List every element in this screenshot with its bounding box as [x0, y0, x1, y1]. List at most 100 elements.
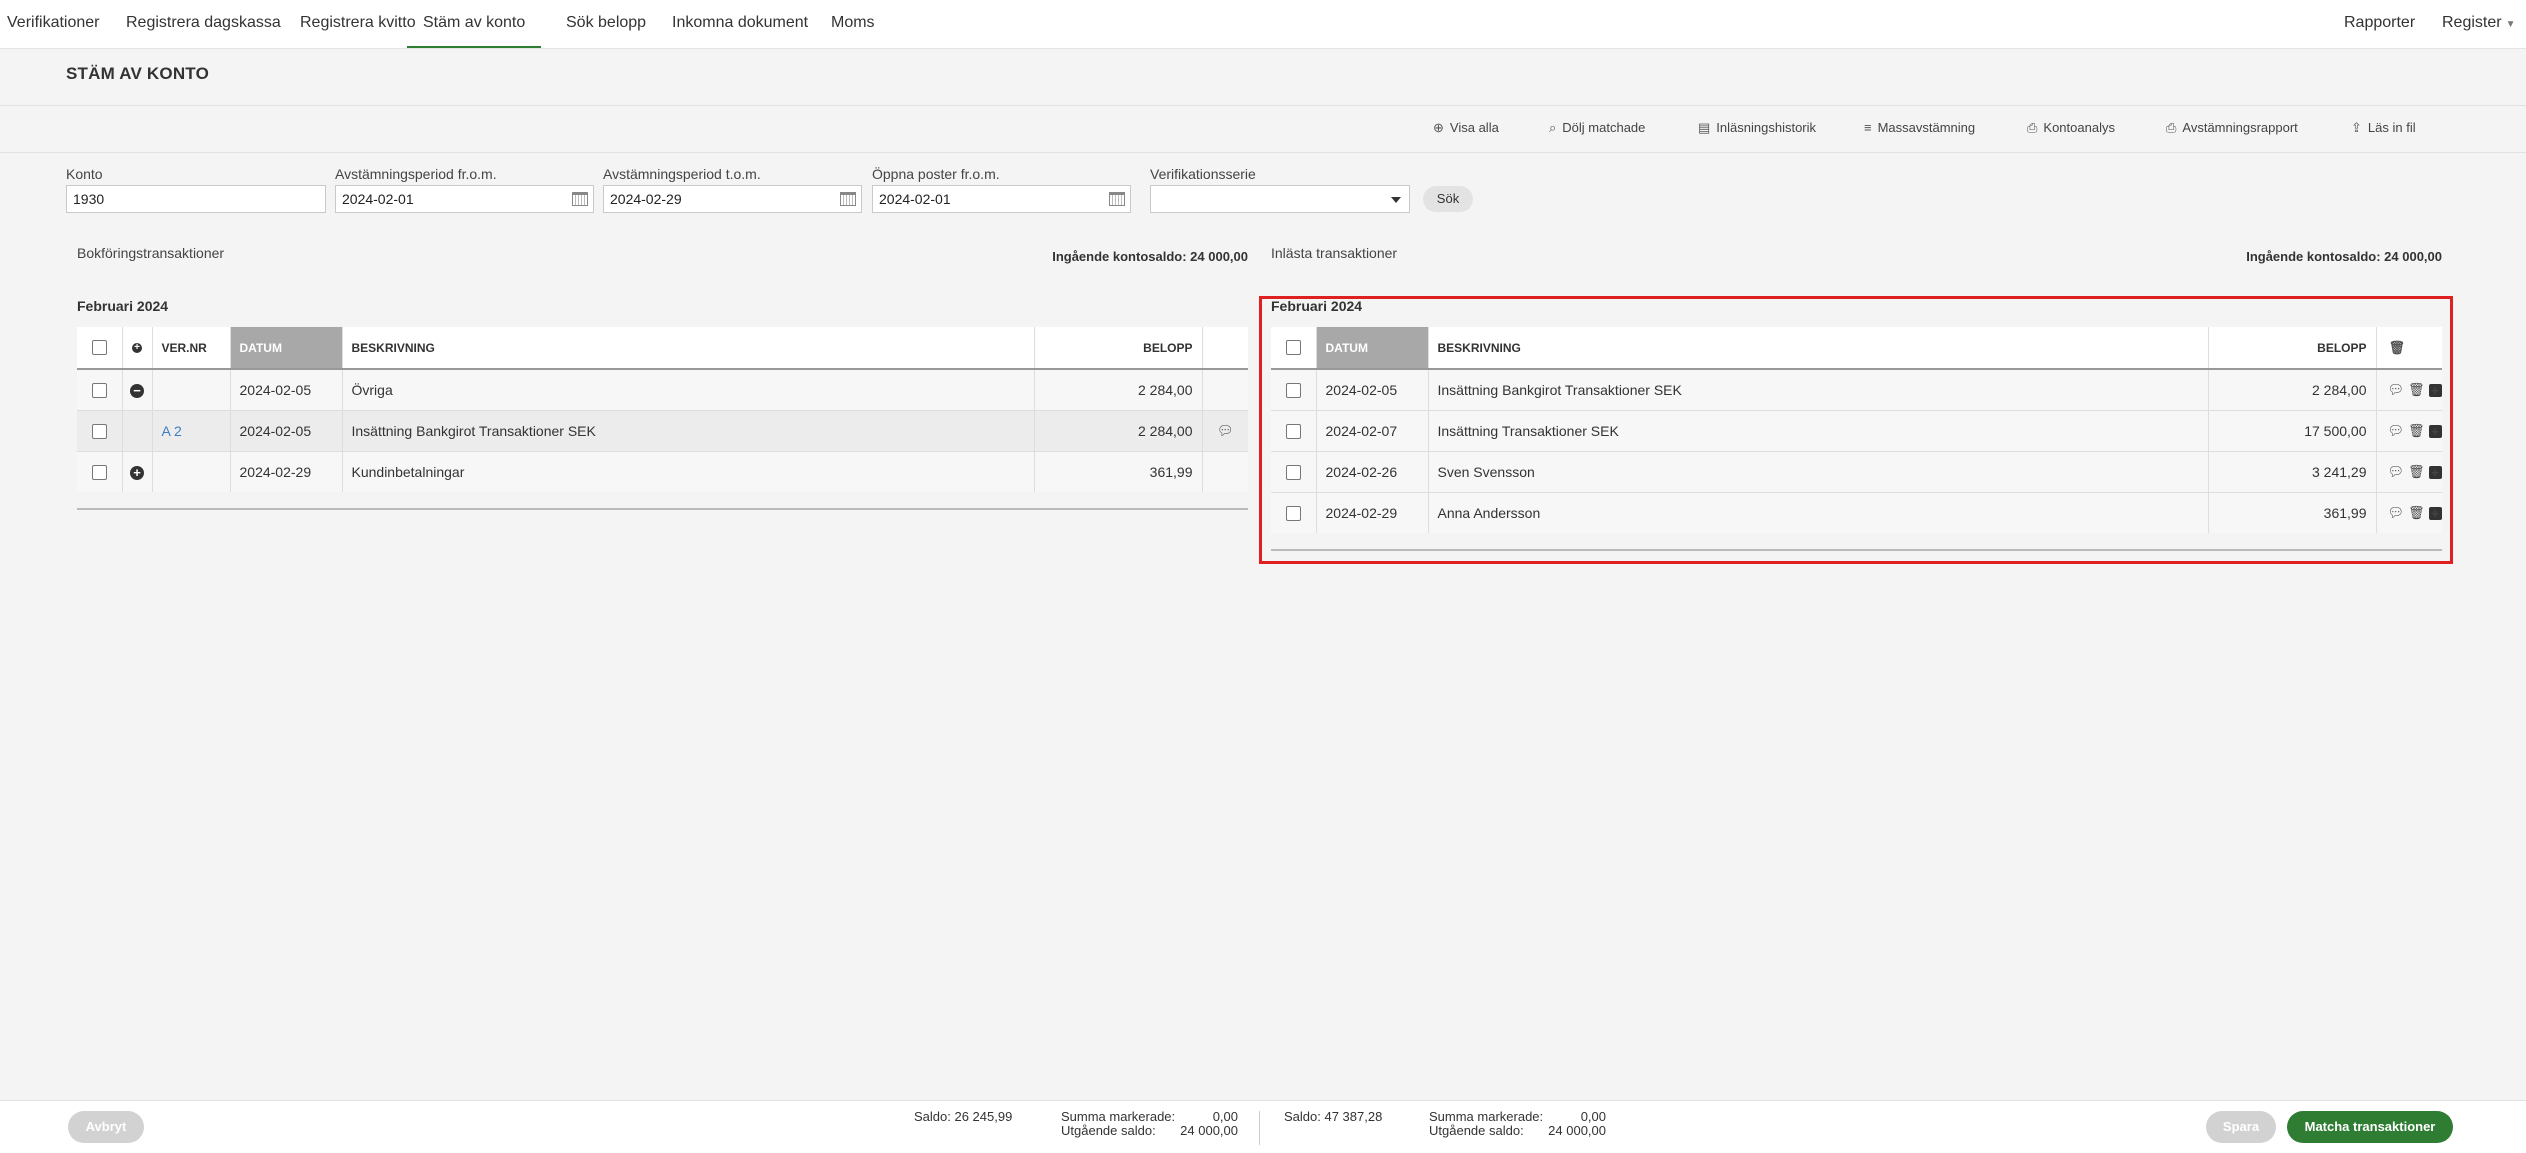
left-summa-label: Summa markerade:: [1061, 1109, 1176, 1124]
oppna-poster-input[interactable]: 2024-02-01: [872, 185, 1131, 213]
chevron-down-icon: ▼: [2505, 19, 2516, 30]
print-icon: ⎙: [2027, 120, 2038, 135]
las-in-fil-label: Läs in fil: [2367, 120, 2416, 135]
period-from-value: 2024-02-01: [342, 191, 414, 207]
dolj-matchade-label: Dölj matchade: [1562, 120, 1646, 135]
verifikationsserie-select[interactable]: [1150, 185, 1410, 213]
vernr-cell: [151, 450, 230, 492]
right-utgaende-value: 24 000,00: [1548, 1123, 1606, 1138]
row-checkbox-cell: [77, 450, 122, 492]
row-checkbox[interactable]: [91, 423, 107, 439]
kontoanalys-button[interactable]: ⎙ Kontoanalys: [2027, 120, 2115, 136]
right-utgaende-label: Utgående saldo:: [1429, 1123, 1524, 1138]
vernr-link[interactable]: A 2: [162, 423, 182, 439]
plus-circle-icon[interactable]: +: [132, 343, 142, 354]
calendar-icon[interactable]: [840, 192, 856, 206]
calendar-icon[interactable]: [572, 192, 588, 206]
nav-stam-av-konto[interactable]: Stäm av konto: [407, 0, 542, 48]
matcha-transaktioner-button[interactable]: Matcha transaktioner: [2287, 1111, 2453, 1143]
footer-bar: Avbryt Saldo: 26 245,99 Summa markerade:…: [0, 1100, 2526, 1153]
nav-register[interactable]: Register ▼: [2442, 0, 2515, 46]
beskrivning-cell: Insättning Bankgirot Transaktioner SEK: [341, 409, 1034, 451]
period-tom-label: Avstämningsperiod t.o.m.: [603, 166, 761, 182]
datum-cell: 2024-02-05: [229, 409, 342, 451]
left-month-heading: Februari 2024: [77, 298, 169, 314]
table-row[interactable]: A 2 2024-02-05 Insättning Bankgirot Tran…: [77, 409, 1248, 451]
calendar-icon[interactable]: [1109, 192, 1125, 206]
massavstamning-button[interactable]: ≡ Massavstämning: [1864, 120, 1975, 135]
bokforingstransaktioner-title: Bokföringstransaktioner: [77, 245, 225, 261]
right-ingaende-saldo: Ingående kontosaldo: 24 000,00: [2246, 249, 2442, 264]
beskrivning-cell: Kundinbetalningar: [341, 450, 1034, 492]
spara-button[interactable]: Spara: [2206, 1111, 2276, 1143]
toolbar: ⊕ Visa alla ⌕ Dölj matchade ▤ Inläsningshis…: [0, 106, 2526, 153]
print-icon: ⎙: [2166, 120, 2177, 135]
dolj-matchade-button[interactable]: ⌕ Dölj matchade: [1549, 120, 1645, 136]
belopp-header[interactable]: BELOPP: [1033, 327, 1202, 370]
nav-verifikationer[interactable]: Verifikationer: [7, 0, 100, 46]
page-title: STÄM AV KONTO: [66, 64, 210, 83]
left-ingaende-saldo: Ingående kontosaldo: 24 000,00: [1052, 249, 1248, 264]
datum-cell: 2024-02-05: [229, 368, 342, 410]
kontoanalys-label: Kontoanalys: [2043, 120, 2115, 135]
zoom-in-icon: ⊕: [1433, 120, 1444, 135]
row-checkbox-cell: [77, 368, 122, 410]
left-utgaende-label: Utgående saldo:: [1061, 1123, 1156, 1138]
belopp-cell: 2 284,00: [1033, 368, 1202, 410]
beskrivning-header[interactable]: BESKRIVNING: [341, 327, 1034, 370]
period-from-label: Avstämningsperiod fr.o.m.: [335, 166, 497, 182]
select-all-checkbox[interactable]: [91, 340, 107, 356]
right-saldo-text: Saldo: 47 387,28: [1284, 1109, 1383, 1124]
row-toggle-cell: −: [121, 368, 152, 410]
actions-cell: [1201, 368, 1248, 410]
row-checkbox[interactable]: [91, 465, 107, 481]
konto-input[interactable]: 1930: [66, 185, 326, 213]
avbryt-button[interactable]: Avbryt: [68, 1111, 144, 1143]
nav-register-label: Register: [2442, 14, 2502, 31]
left-table-divider: [77, 508, 1248, 510]
las-in-fil-button[interactable]: ⇪ Läs in fil: [2351, 120, 2416, 136]
period-tom-value: 2024-02-29: [610, 191, 682, 207]
comment-icon[interactable]: 💬︎: [1217, 423, 1234, 439]
dropdown-arrow-icon: [1391, 197, 1401, 203]
beskrivning-cell: Övriga: [341, 368, 1034, 410]
actions-cell: 💬︎: [1201, 409, 1248, 451]
inlasta-transaktioner-title: Inlästa transaktioner: [1271, 245, 1398, 261]
search-icon: ⌕: [1549, 120, 1557, 135]
nav-rapporter[interactable]: Rapporter: [2344, 0, 2415, 46]
nav-moms[interactable]: Moms: [831, 0, 875, 46]
book-icon: ▤: [1698, 120, 1711, 135]
nav-registrera-kvitto[interactable]: Registrera kvitto: [300, 0, 416, 46]
visa-alla-label: Visa alla: [1449, 120, 1499, 135]
plus-circle-icon[interactable]: +: [130, 465, 144, 480]
right-summa-label: Summa markerade:: [1429, 1109, 1544, 1124]
left-saldo-text: Saldo: 26 245,99: [914, 1109, 1013, 1124]
avstamningsrapport-button[interactable]: ⎙ Avstämningsrapport: [2166, 120, 2298, 136]
minus-circle-icon[interactable]: −: [130, 383, 144, 398]
actions-header: [1201, 327, 1248, 370]
period-tom-input[interactable]: 2024-02-29: [603, 185, 862, 213]
vernr-header[interactable]: VER.NR: [151, 327, 230, 370]
table-row[interactable]: + 2024-02-29 Kundinbetalningar 361,99: [77, 450, 1248, 492]
left-summa-value: 0,00: [1212, 1109, 1238, 1124]
visa-alla-button[interactable]: ⊕ Visa alla: [1433, 120, 1499, 136]
oppna-poster-value: 2024-02-01: [879, 191, 951, 207]
list-icon: ≡: [1864, 120, 1872, 135]
upload-icon: ⇪: [2351, 120, 2362, 135]
nav-registrera-dagskassa[interactable]: Registrera dagskassa: [126, 0, 281, 46]
left-utgaende-value: 24 000,00: [1180, 1123, 1238, 1138]
datum-header[interactable]: DATUM: [229, 327, 342, 370]
right-summa-value: 0,00: [1580, 1109, 1606, 1124]
inlasningshistorik-label: Inläsningshistorik: [1716, 120, 1817, 135]
row-checkbox[interactable]: [91, 383, 107, 399]
row-toggle-cell: +: [121, 450, 152, 492]
row-toggle-cell: [121, 409, 152, 451]
period-from-input[interactable]: 2024-02-01: [335, 185, 594, 213]
select-all-cell: [77, 327, 122, 370]
inlasningshistorik-button[interactable]: ▤ Inläsningshistorik: [1698, 120, 1816, 136]
table-row[interactable]: − 2024-02-05 Övriga 2 284,00: [77, 368, 1248, 410]
oppna-poster-label: Öppna poster fr.o.m.: [872, 166, 1000, 182]
nav-sok-belopp[interactable]: Sök belopp: [566, 0, 646, 46]
nav-inkomna-dokument[interactable]: Inkomna dokument: [672, 0, 808, 46]
sok-button[interactable]: Sök: [1423, 186, 1473, 212]
